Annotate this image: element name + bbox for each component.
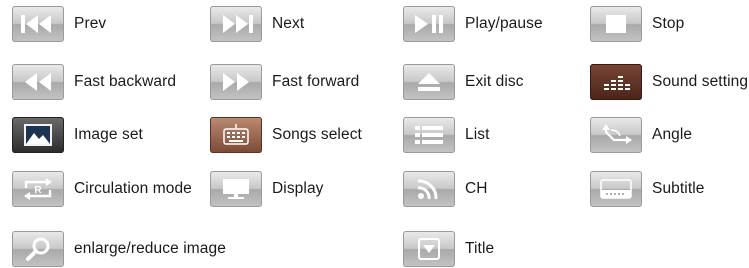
legend-label: Fast backward bbox=[74, 73, 177, 90]
next-icon bbox=[210, 6, 262, 42]
eject-icon bbox=[403, 64, 455, 100]
equalizer-icon bbox=[590, 64, 642, 100]
legend-item-fast-forward: Fast forward bbox=[210, 63, 359, 101]
magnifier-icon bbox=[12, 231, 64, 267]
legend-label: Sound setting bbox=[652, 73, 749, 90]
legend-item-angle: Angle bbox=[590, 116, 692, 154]
svg-text:R: R bbox=[34, 185, 42, 196]
legend-item-image-set: Image set bbox=[12, 116, 143, 154]
legend-label: Circulation mode bbox=[74, 180, 192, 197]
legend-item-songs-select: Songs select bbox=[210, 116, 362, 154]
fast-backward-icon bbox=[12, 64, 64, 100]
angle-icon bbox=[590, 117, 642, 153]
legend-label: Songs select bbox=[272, 126, 362, 143]
legend-item-prev: Prev bbox=[12, 5, 106, 43]
legend-label: Display bbox=[272, 180, 324, 197]
list-icon bbox=[403, 117, 455, 153]
legend-label: Title bbox=[465, 240, 495, 257]
prev-icon bbox=[12, 6, 64, 42]
image-icon bbox=[12, 117, 64, 153]
legend-label: Stop bbox=[652, 15, 685, 32]
subtitle-icon bbox=[590, 171, 642, 207]
legend-item-title: Title bbox=[403, 230, 494, 268]
legend-item-next: Next bbox=[210, 5, 304, 43]
legend-label: enlarge/reduce image bbox=[74, 240, 226, 257]
legend-label: Prev bbox=[74, 15, 107, 32]
legend-item-subtitle: Subtitle bbox=[590, 170, 705, 208]
icon-legend: Prev Next Play/pause Stop Fast backward … bbox=[0, 0, 749, 268]
legend-label: Image set bbox=[74, 126, 143, 143]
legend-label: Angle bbox=[652, 126, 693, 143]
repeat-icon: R bbox=[12, 171, 64, 207]
keyboard-icon bbox=[210, 117, 262, 153]
legend-label: Subtitle bbox=[652, 180, 705, 197]
title-menu-icon bbox=[403, 231, 455, 267]
fast-forward-icon bbox=[210, 64, 262, 100]
legend-label: Next bbox=[272, 15, 305, 32]
play-pause-icon bbox=[403, 6, 455, 42]
monitor-icon bbox=[210, 171, 262, 207]
legend-item-stop: Stop bbox=[590, 5, 684, 43]
legend-item-circulation-mode: R Circulation mode bbox=[12, 170, 192, 208]
legend-item-sound-setting: Sound setting bbox=[590, 63, 748, 101]
legend-item-list: List bbox=[403, 116, 490, 154]
legend-label: CH bbox=[465, 180, 488, 197]
legend-label: List bbox=[465, 126, 490, 143]
legend-label: Play/pause bbox=[465, 15, 543, 32]
legend-item-exit-disc: Exit disc bbox=[403, 63, 524, 101]
legend-item-play-pause: Play/pause bbox=[403, 5, 543, 43]
legend-label: Exit disc bbox=[465, 73, 524, 90]
legend-item-display: Display bbox=[210, 170, 324, 208]
signal-icon bbox=[403, 171, 455, 207]
legend-label: Fast forward bbox=[272, 73, 360, 90]
legend-item-fast-backward: Fast backward bbox=[12, 63, 176, 101]
legend-item-enlarge-reduce: enlarge/reduce image bbox=[12, 230, 226, 268]
legend-item-ch: CH bbox=[403, 170, 488, 208]
stop-icon bbox=[590, 6, 642, 42]
